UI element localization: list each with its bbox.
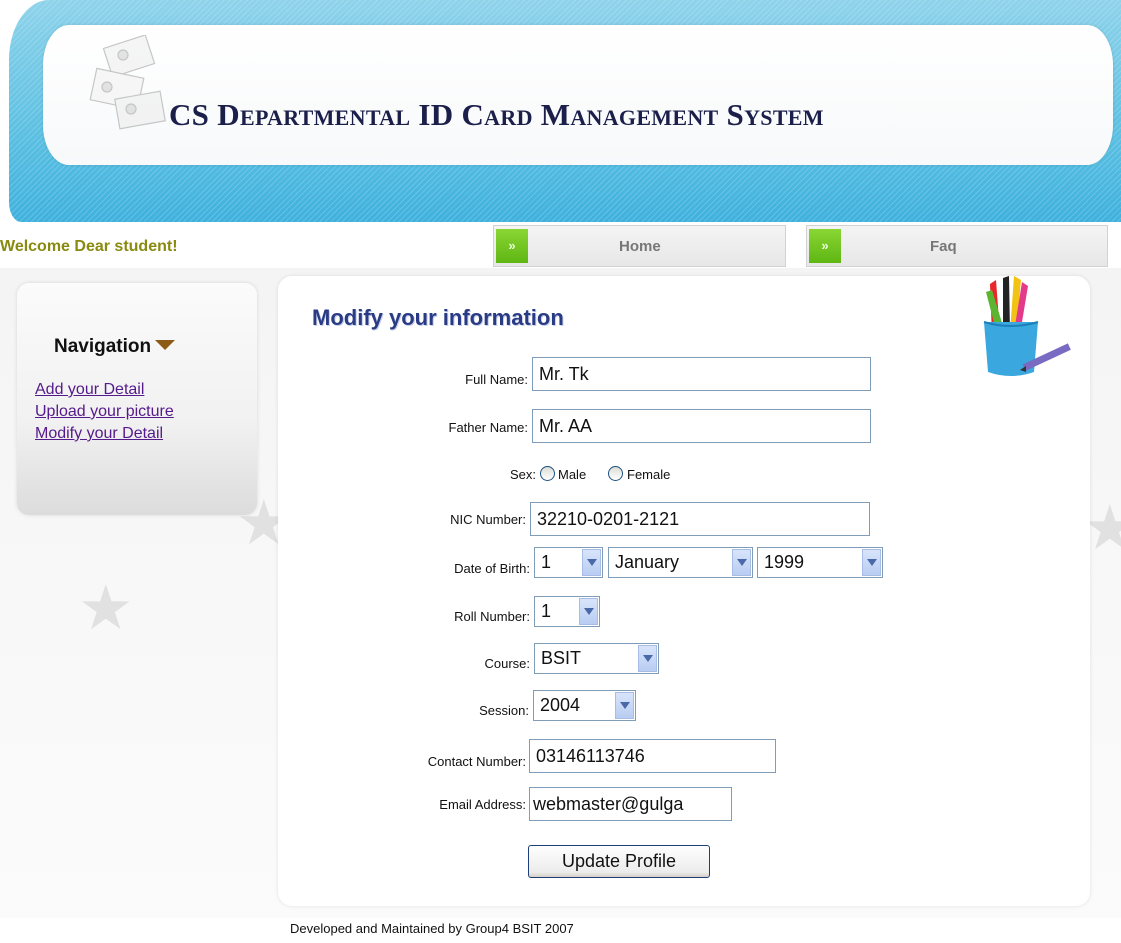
dob-month-select[interactable]: January bbox=[608, 547, 753, 578]
menu-home-button[interactable]: » Home bbox=[493, 225, 786, 267]
session-value: 2004 bbox=[540, 695, 581, 715]
pencil-cup-icon bbox=[983, 276, 1071, 376]
roll-number-value: 1 bbox=[541, 601, 552, 621]
father-name-input[interactable] bbox=[532, 409, 871, 443]
dob-day-value: 1 bbox=[541, 552, 552, 572]
nic-label: NIC Number: bbox=[450, 512, 526, 527]
sidebar-navigation: Navigation Add your Detail Upload your p… bbox=[17, 283, 257, 515]
dob-label: Date of Birth: bbox=[454, 561, 530, 576]
menu-home-label: Home bbox=[619, 238, 661, 255]
banner: CS Departmental ID Card Management Syste… bbox=[43, 25, 1113, 165]
full-name-label: Full Name: bbox=[465, 372, 528, 387]
sex-female-radio[interactable] bbox=[608, 466, 623, 481]
sex-male-radio[interactable] bbox=[540, 466, 555, 481]
dob-month-value: January bbox=[615, 552, 680, 572]
header: CS Departmental ID Card Management Syste… bbox=[9, 0, 1121, 222]
chevron-down-icon bbox=[582, 549, 601, 576]
dob-year-value: 1999 bbox=[764, 552, 805, 572]
nav-link-add-detail[interactable]: Add your Detail bbox=[35, 379, 174, 401]
chevron-down-icon bbox=[732, 549, 751, 576]
chevron-down-icon bbox=[615, 692, 634, 719]
session-label: Session: bbox=[479, 703, 529, 718]
sex-label: Sex: bbox=[509, 467, 536, 482]
course-value: BSIT bbox=[541, 648, 582, 668]
nic-input[interactable] bbox=[530, 502, 870, 536]
course-select[interactable]: BSIT bbox=[534, 643, 659, 674]
email-input[interactable] bbox=[529, 787, 732, 821]
caret-down-icon bbox=[155, 340, 176, 350]
double-chevron-right-icon: » bbox=[496, 229, 528, 263]
double-chevron-right-icon: » bbox=[809, 229, 841, 263]
navigation-title: Navigation bbox=[54, 336, 152, 357]
roll-number-label: Roll Number: bbox=[454, 609, 530, 624]
star-decoration-icon: ★ bbox=[78, 574, 134, 643]
id-card-logo-icon bbox=[89, 35, 166, 130]
chevron-down-icon bbox=[862, 549, 881, 576]
contact-number-label: Contact Number: bbox=[427, 754, 526, 769]
course-label: Course: bbox=[484, 656, 530, 671]
dob-day-select[interactable]: 1 bbox=[534, 547, 603, 578]
chevron-down-icon bbox=[579, 598, 598, 625]
page-title: Modify your information bbox=[312, 305, 564, 330]
navigation-heading: Navigation bbox=[54, 336, 176, 358]
sex-male-label: Male bbox=[558, 467, 587, 482]
menu-faq-label: Faq bbox=[930, 238, 957, 255]
father-name-label: Father Name: bbox=[448, 420, 528, 435]
update-profile-button[interactable]: Update Profile bbox=[528, 845, 710, 878]
session-select[interactable]: 2004 bbox=[533, 690, 636, 721]
nav-link-upload-picture[interactable]: Upload your picture bbox=[35, 401, 174, 423]
chevron-down-icon bbox=[638, 645, 657, 672]
roll-number-select[interactable]: 1 bbox=[534, 596, 600, 627]
contact-number-input[interactable] bbox=[529, 739, 776, 773]
email-label: Email Address: bbox=[439, 797, 526, 812]
nav-link-modify-detail[interactable]: Modify your Detail bbox=[35, 423, 174, 445]
welcome-message: Welcome Dear student! bbox=[0, 238, 178, 255]
sex-female-label: Female bbox=[627, 467, 671, 482]
navigation-links: Add your Detail Upload your picture Modi… bbox=[35, 379, 174, 445]
dob-year-select[interactable]: 1999 bbox=[757, 547, 883, 578]
footer-text: Developed and Maintained by Group4 BSIT … bbox=[290, 921, 574, 936]
site-title: CS Departmental ID Card Management Syste… bbox=[169, 97, 824, 132]
menu-faq-button[interactable]: » Faq bbox=[806, 225, 1108, 267]
full-name-input[interactable] bbox=[532, 357, 871, 391]
